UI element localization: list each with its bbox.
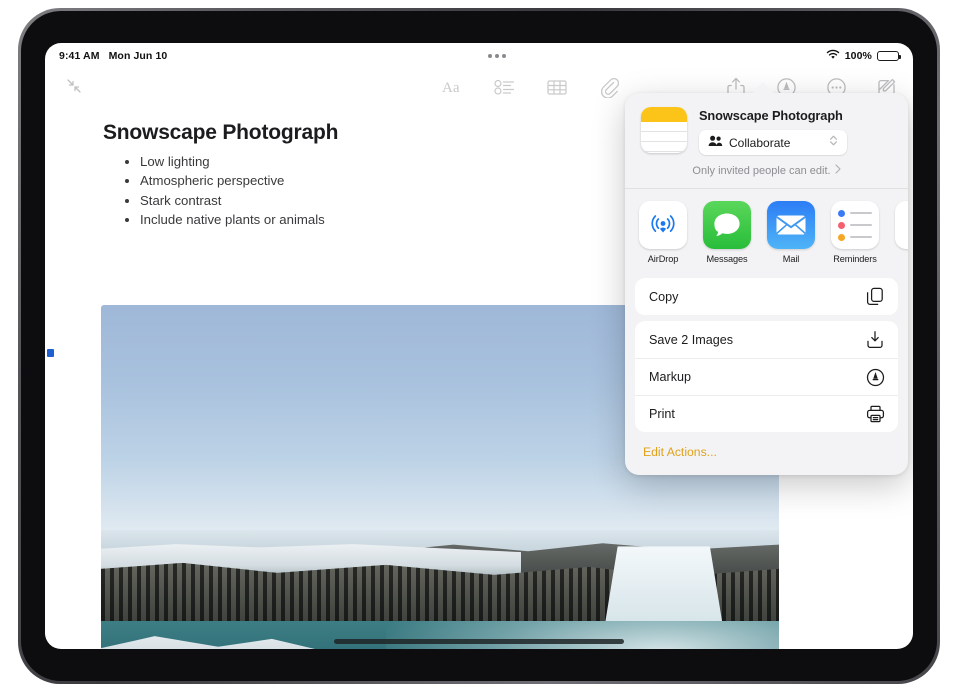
share-sheet-header: Snowscape Photograph Collaborate	[625, 93, 908, 188]
save-download-icon	[865, 330, 885, 350]
battery-percent-label: 100%	[845, 50, 872, 62]
share-target-label: Messages	[703, 254, 751, 264]
chevron-right-icon	[835, 164, 841, 177]
share-sheet: Snowscape Photograph Collaborate	[625, 93, 908, 475]
home-indicator[interactable]	[334, 639, 624, 644]
collapse-arrows-icon[interactable]	[61, 73, 87, 99]
table-icon[interactable]	[544, 74, 570, 100]
notes-app-icon	[641, 107, 687, 153]
device-bezel: 9:41 AM Mon Jun 10 100%	[21, 11, 937, 681]
share-target-label: Mail	[767, 254, 815, 264]
share-target-freeform[interactable]: Fr	[895, 201, 908, 264]
battery-icon	[877, 51, 899, 62]
share-target-mail[interactable]: Mail	[767, 201, 815, 264]
permission-text: Only invited people can edit.	[692, 165, 830, 177]
copy-icon	[865, 287, 885, 307]
photo-foam	[386, 621, 779, 649]
status-bar: 9:41 AM Mon Jun 10 100%	[45, 43, 913, 65]
share-target-label: Reminders	[831, 254, 879, 264]
checklist-icon[interactable]	[492, 74, 518, 100]
action-markup[interactable]: Markup	[635, 358, 898, 395]
share-target-label: Fr	[895, 254, 908, 264]
share-target-messages[interactable]: Messages	[703, 201, 751, 264]
action-label: Copy	[649, 290, 678, 304]
wifi-icon	[826, 49, 840, 63]
format-aa-icon[interactable]: Aa	[440, 74, 466, 100]
messages-icon	[703, 201, 751, 249]
action-save-images[interactable]: Save 2 Images	[635, 321, 898, 358]
permission-note[interactable]: Only invited people can edit.	[641, 164, 892, 177]
chevron-up-down-icon	[829, 134, 838, 152]
printer-icon	[865, 404, 885, 424]
collaborate-dropdown[interactable]: Collaborate	[699, 130, 847, 155]
freeform-icon	[895, 201, 908, 249]
share-target-label: AirDrop	[639, 254, 687, 264]
status-time: 9:41 AM	[59, 50, 100, 62]
share-target-reminders[interactable]: Reminders	[831, 201, 879, 264]
share-target-airdrop[interactable]: AirDrop	[639, 201, 687, 264]
paperclip-icon[interactable]	[596, 74, 622, 100]
share-app-row: AirDrop Messages	[625, 189, 908, 272]
reminders-icon	[831, 201, 879, 249]
ipad-screen: 9:41 AM Mon Jun 10 100%	[45, 43, 913, 649]
action-label: Print	[649, 407, 675, 421]
two-people-icon	[708, 134, 723, 152]
action-copy[interactable]: Copy	[635, 278, 898, 315]
primary-actions-group: Copy	[635, 278, 898, 315]
svg-text:Aa: Aa	[442, 80, 460, 96]
collaborate-label: Collaborate	[729, 136, 823, 150]
share-sheet-title: Snowscape Photograph	[699, 108, 892, 123]
action-print[interactable]: Print	[635, 395, 898, 432]
action-label: Markup	[649, 370, 691, 384]
airdrop-icon	[639, 201, 687, 249]
edit-actions-button[interactable]: Edit Actions...	[625, 432, 908, 475]
window-grabber-icon[interactable]	[488, 54, 506, 58]
markup-pen-icon	[865, 367, 885, 387]
edge-marker	[47, 349, 54, 357]
popover-arrow	[752, 82, 774, 94]
ipad-device-frame: 9:41 AM Mon Jun 10 100%	[18, 8, 940, 684]
action-label: Save 2 Images	[649, 333, 733, 347]
mail-icon	[767, 201, 815, 249]
status-date: Mon Jun 10	[109, 50, 168, 62]
secondary-actions-group: Save 2 Images Markup	[635, 321, 898, 432]
